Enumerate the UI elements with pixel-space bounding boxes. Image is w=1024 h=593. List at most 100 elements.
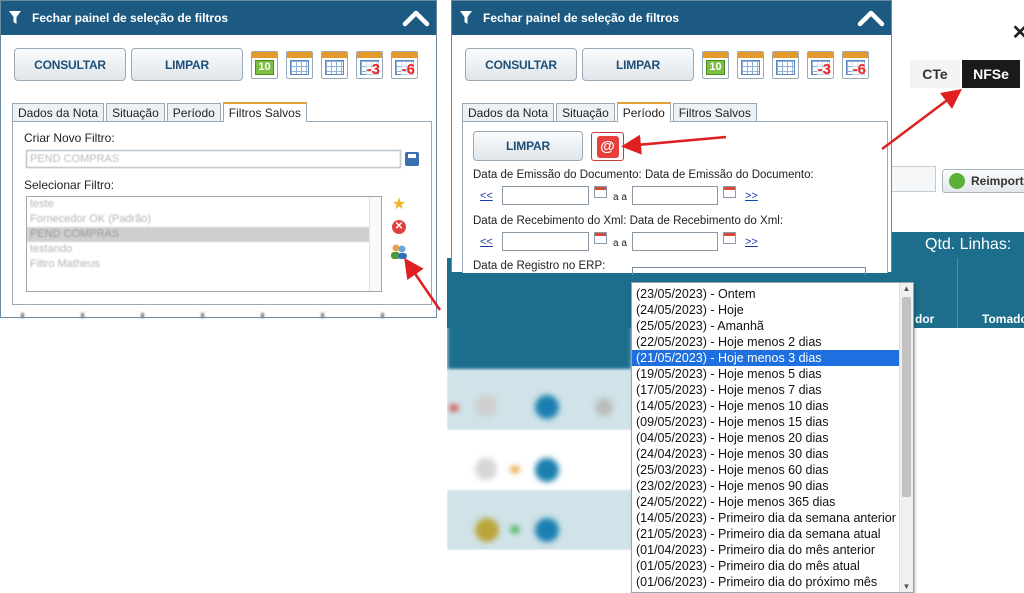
emissao-next-link[interactable]: >> [745, 190, 758, 202]
calendar-minus-3-icon[interactable]: -3 [807, 50, 834, 79]
panel-header[interactable]: Fechar painel de seleção de filtros [452, 1, 891, 35]
status-icon [535, 458, 559, 482]
calendar-week-icon[interactable] [737, 50, 764, 79]
filter-panel-right: Fechar painel de seleção de filtros CONS… [451, 0, 892, 275]
column-divider [957, 258, 958, 328]
dropdown-option-selected[interactable]: (21/05/2023) - Hoje menos 3 dias [632, 350, 900, 366]
dropdown-option[interactable]: (09/05/2023) - Hoje menos 15 dias [632, 414, 900, 430]
list-item[interactable]: Filtro Matheus [27, 257, 381, 272]
star-icon[interactable]: ★ [390, 196, 408, 214]
dropdown-option[interactable]: (23/02/2023) - Hoje menos 90 dias [632, 478, 900, 494]
tab-filtros-salvos[interactable]: Filtros Salvos [222, 102, 307, 122]
calendar-icon[interactable] [723, 186, 736, 198]
recebimento-prev-link[interactable]: << [480, 236, 493, 248]
dropdown-option[interactable]: (01/05/2023) - Primeiro dia do mês atual [632, 558, 900, 574]
emissao-end-input[interactable] [632, 186, 718, 205]
refresh-icon [949, 173, 965, 189]
selecionar-filtro-label: Selecionar Filtro: [24, 178, 115, 192]
status-icon [475, 395, 497, 417]
dropdown-option[interactable]: (14/05/2023) - Hoje menos 10 dias [632, 398, 900, 414]
calendar-icon[interactable] [723, 232, 736, 244]
tab-dados-da-nota[interactable]: Dados da Nota [12, 103, 105, 121]
emissao-start-input[interactable] [502, 186, 589, 205]
at-icon: @ [596, 135, 619, 158]
listbox-scrollbar[interactable] [369, 197, 381, 291]
list-item[interactable]: Fornecedor OK (Padrão) [27, 212, 381, 227]
qtd-linhas-label: Qtd. Linhas: [925, 236, 1012, 253]
scroll-up-icon[interactable]: ▲ [900, 284, 913, 293]
recebimento-next-link[interactable]: >> [745, 236, 758, 248]
calendar-minus-6-icon[interactable]: -6 [842, 50, 869, 79]
period-dropdown[interactable]: (23/05/2023) - Ontem (24/05/2023) - Hoje… [631, 282, 914, 593]
limpar-button[interactable]: LIMPAR [131, 48, 243, 81]
dropdown-option[interactable]: (24/04/2023) - Hoje menos 30 dias [632, 446, 900, 462]
filter-icon [460, 11, 474, 25]
calendar-month-icon[interactable] [321, 50, 348, 79]
recebimento-start-input[interactable] [502, 232, 589, 251]
email-at-button[interactable]: @ [591, 132, 624, 161]
tab-nfse[interactable]: NFSe [962, 60, 1020, 88]
scroll-down-icon[interactable]: ▼ [900, 582, 913, 591]
emissao-prev-link[interactable]: << [480, 190, 493, 202]
period-dropdown-list: (23/05/2023) - Ontem (24/05/2023) - Hoje… [632, 286, 900, 590]
calendar-icon[interactable] [594, 186, 607, 198]
dropdown-option[interactable]: (14/05/2023) - Primeiro dia da semana an… [632, 510, 900, 526]
reimport-button[interactable]: Reimporta [942, 169, 1024, 193]
tab-situacao[interactable]: Situação [106, 103, 165, 121]
calendar-today-icon[interactable]: 10 [251, 50, 278, 79]
tab-situacao[interactable]: Situação [556, 103, 615, 121]
toolbar: CONSULTAR LIMPAR 10 -3 -6 [14, 48, 418, 81]
range-separator: a a [613, 238, 627, 249]
calendar-today-icon[interactable]: 10 [702, 50, 729, 79]
dropdown-option[interactable]: (21/05/2023) - Primeiro dia da semana at… [632, 526, 900, 542]
dropdown-option[interactable]: (25/03/2023) - Hoje menos 60 dias [632, 462, 900, 478]
status-icon [595, 398, 613, 416]
column-header-tomado: Tomado [982, 312, 1024, 326]
dropdown-option[interactable]: (01/04/2023) - Primeiro dia do mês anter… [632, 542, 900, 558]
toolbar: CONSULTAR LIMPAR 10 -3 -6 [465, 48, 869, 81]
tab-cte[interactable]: CTe [910, 60, 960, 88]
limpar-periodo-button[interactable]: LIMPAR [473, 131, 583, 161]
dropdown-option[interactable]: (17/05/2023) - Hoje menos 7 dias [632, 382, 900, 398]
calendar-minus-6-icon[interactable]: -6 [391, 50, 418, 79]
consultar-button[interactable]: CONSULTAR [465, 48, 577, 81]
tab-dados-da-nota[interactable]: Dados da Nota [462, 103, 555, 121]
tab-periodo[interactable]: Período [616, 102, 671, 122]
delete-icon[interactable]: ✕ [390, 218, 408, 236]
recebimento-end-input[interactable] [632, 232, 718, 251]
dropdown-option[interactable]: (23/05/2023) - Ontem [632, 286, 900, 302]
list-item[interactable]: testando [27, 242, 381, 257]
calendar-icon[interactable] [594, 232, 607, 244]
tab-bar: Dados da Nota Situação Período Filtros S… [462, 102, 888, 122]
panel-header-title: Fechar painel de seleção de filtros [32, 11, 229, 25]
calendar-month-icon[interactable] [772, 50, 799, 79]
dropdown-option[interactable]: (22/05/2023) - Hoje menos 2 dias [632, 334, 900, 350]
tab-periodo[interactable]: Período [166, 103, 221, 121]
chevron-up-icon[interactable] [857, 5, 885, 31]
criar-filtro-input[interactable]: PEND COMPRAS [26, 150, 401, 168]
registro-erp-select[interactable] [632, 267, 866, 275]
consultar-button[interactable]: CONSULTAR [14, 48, 126, 81]
dropdown-scrollbar[interactable]: ▲ ▼ [899, 283, 913, 592]
dropdown-option[interactable]: (24/05/2022) - Hoje menos 365 dias [632, 494, 900, 510]
share-users-icon[interactable] [390, 242, 408, 260]
panel-header[interactable]: Fechar painel de seleção de filtros [1, 1, 436, 35]
list-item[interactable]: teste [27, 197, 381, 212]
limpar-button[interactable]: LIMPAR [582, 48, 694, 81]
save-icon[interactable] [405, 152, 419, 166]
close-x-icon[interactable]: ✕ [1012, 22, 1024, 44]
filter-panel-left: Fechar painel de seleção de filtros CONS… [0, 0, 437, 318]
calendar-week-icon[interactable] [286, 50, 313, 79]
dropdown-option[interactable]: (24/05/2023) - Hoje [632, 302, 900, 318]
calendar-minus-3-icon[interactable]: -3 [356, 50, 383, 79]
dropdown-option[interactable]: (04/05/2023) - Hoje menos 20 dias [632, 430, 900, 446]
dropdown-option[interactable]: (01/06/2023) - Primeiro dia do próximo m… [632, 574, 900, 590]
dropdown-option[interactable]: (19/05/2023) - Hoje menos 5 dias [632, 366, 900, 382]
list-item-selected[interactable]: PEND COMPRAS [27, 227, 381, 242]
tab-filtros-salvos[interactable]: Filtros Salvos [672, 103, 757, 121]
scrollbar-thumb[interactable] [902, 297, 911, 497]
column-header-dor: dor [915, 312, 935, 326]
chevron-up-icon[interactable] [402, 5, 430, 31]
dropdown-option[interactable]: (25/05/2023) - Amanhã [632, 318, 900, 334]
filter-listbox[interactable]: teste Fornecedor OK (Padrão) PEND COMPRA… [26, 196, 382, 292]
